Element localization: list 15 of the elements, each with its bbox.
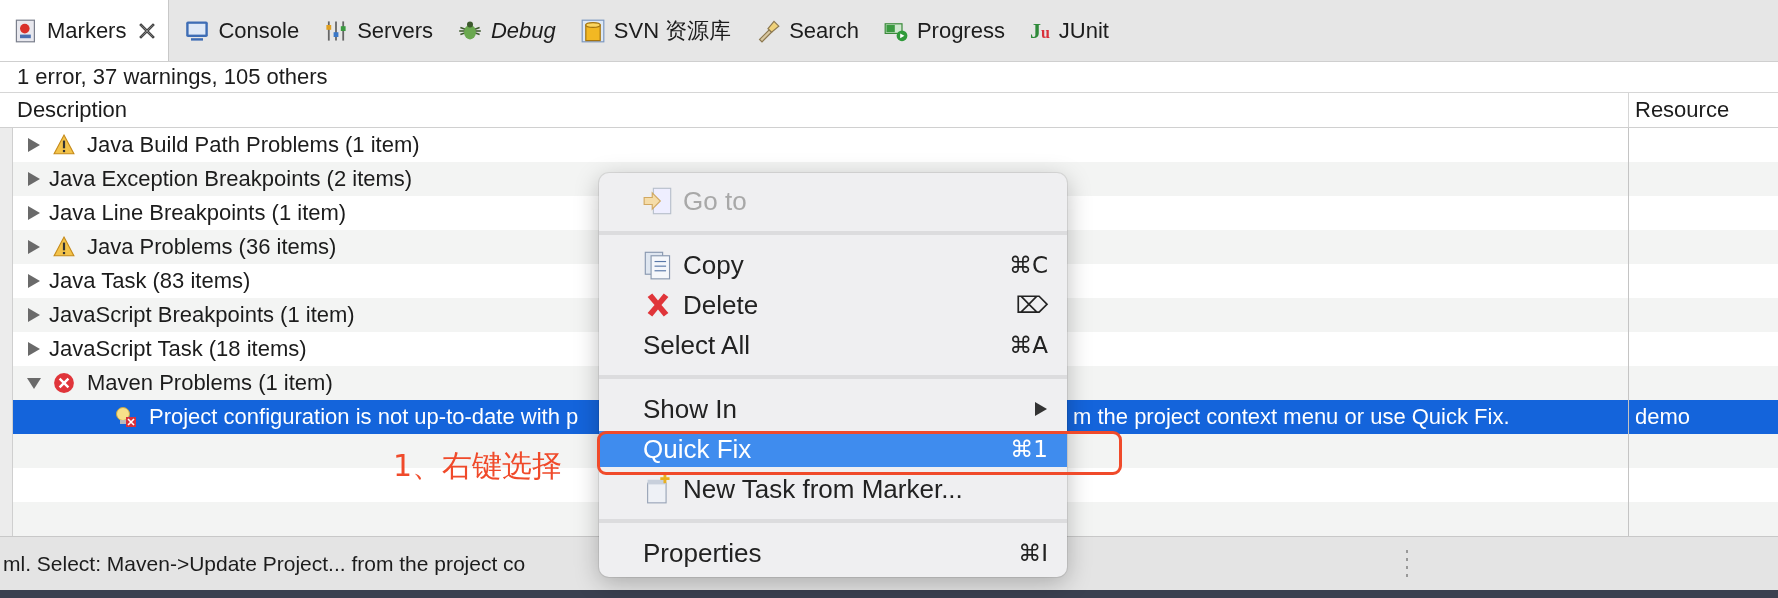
row-label: Project configuration is not up-to-date with p: [149, 404, 579, 430]
resource-cell: demo: [1635, 404, 1691, 430]
row-label: Java Task (83 items): [49, 268, 251, 294]
row-label: m the project context menu or use Quick Fix.: [1073, 404, 1510, 430]
row-label: JavaScript Breakpoints (1 item): [49, 302, 355, 328]
summary-text: 1 error, 37 warnings, 105 others: [0, 62, 1778, 92]
status-text: ml. Select: Maven->Update Project... from the project co: [3, 551, 526, 576]
row-label: Java Exception Breakpoints (2 items): [49, 166, 413, 192]
row-label: Maven Problems (1 item): [87, 370, 333, 396]
row-label: Java Problems (36 items): [87, 234, 337, 260]
tab-logo: Ju: [1029, 17, 1050, 44]
row-label: Java Line Breakpoints (1 item): [49, 200, 347, 226]
row-label: JavaScript Task (18 items): [49, 336, 307, 362]
annotation-text: 1、右键选择: [393, 447, 563, 485]
row-label: Java Build Path Problems (1 item): [87, 132, 420, 158]
